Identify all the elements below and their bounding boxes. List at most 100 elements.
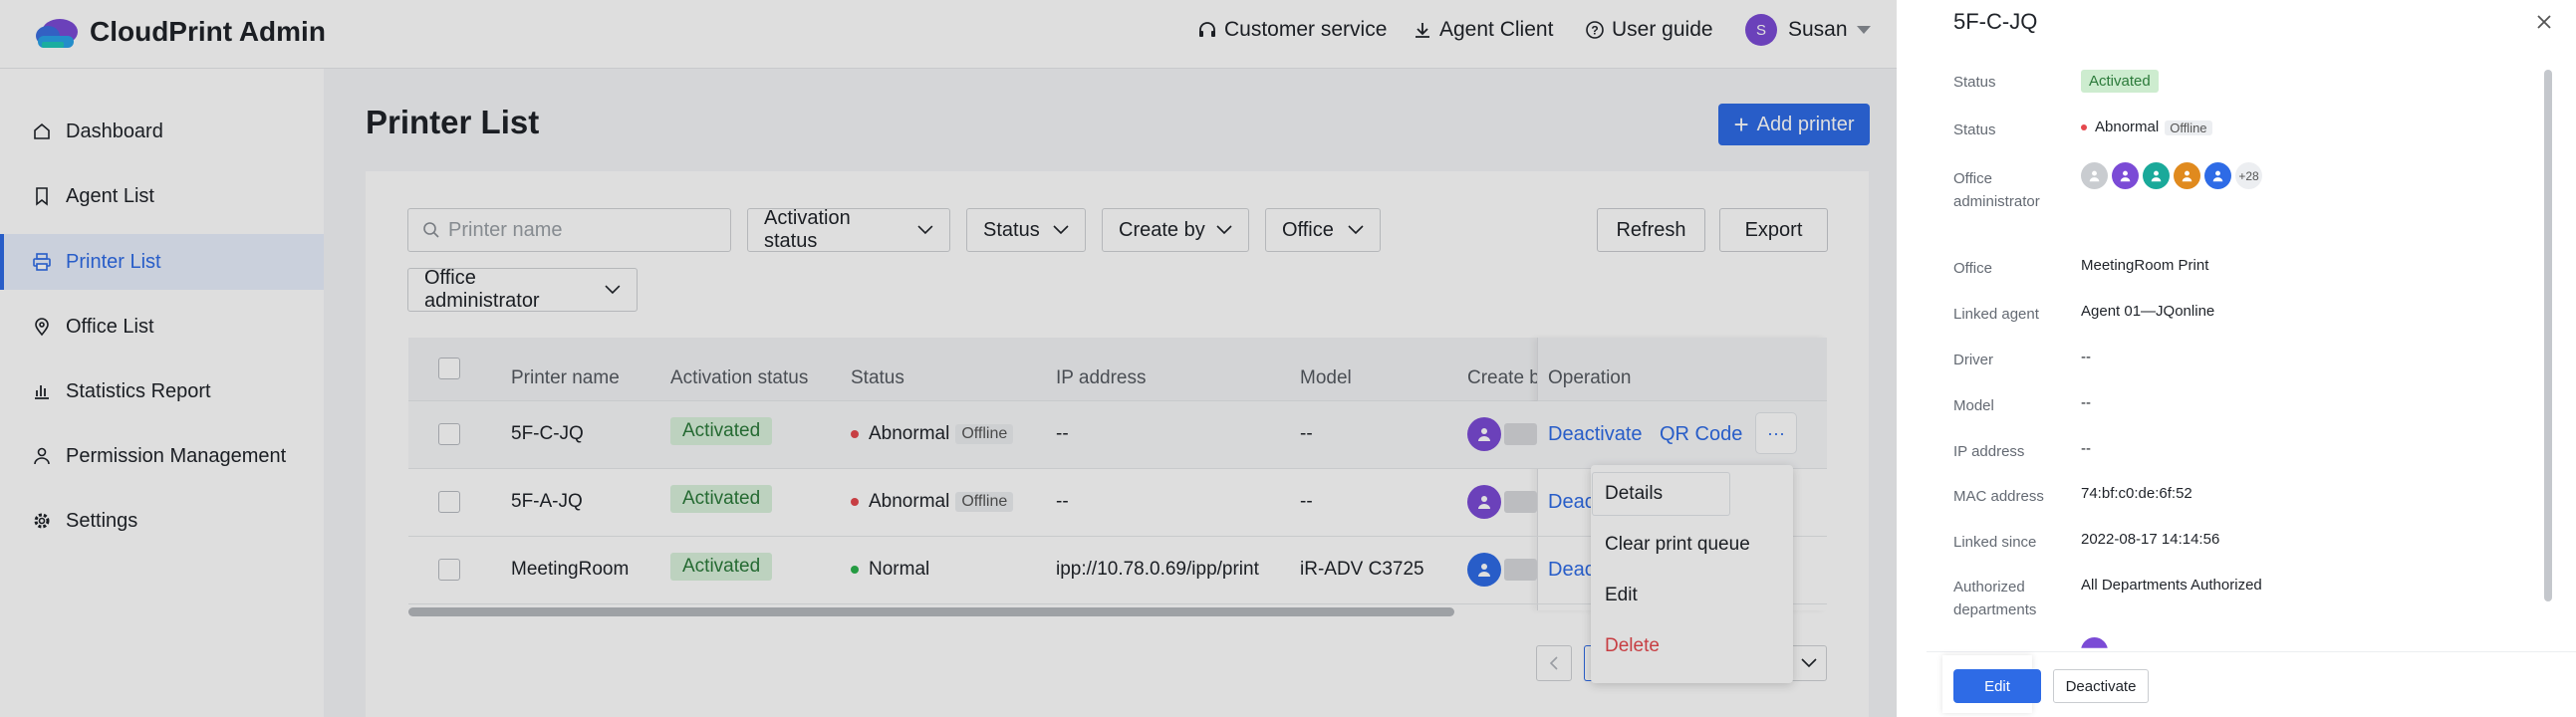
user-guide-label: User guide [1612, 18, 1713, 41]
create-by-filter[interactable]: Create by [1102, 208, 1249, 252]
user-icon [2212, 170, 2223, 182]
status-dot [851, 497, 859, 506]
sidebar-item-label: Statistics Report [66, 379, 211, 402]
headphones-icon [1199, 22, 1215, 37]
sidebar-item-printer-list[interactable]: Printer List [0, 234, 324, 290]
horizontal-scrollbar[interactable] [408, 607, 1454, 616]
activation-status-filter[interactable]: Activation status [747, 207, 950, 252]
customer-service-link[interactable]: Customer service [1197, 18, 1387, 42]
user-avatar: S [1745, 14, 1777, 46]
deactivate-link[interactable]: Deac [1548, 559, 1595, 582]
user-menu[interactable]: S Susan [1745, 14, 1873, 46]
row-checkbox[interactable] [438, 423, 460, 445]
activation-badge: Activated [670, 485, 773, 513]
user-icon [1478, 496, 1490, 509]
download-icon [1416, 23, 1429, 38]
sidebar-item-statistics-report[interactable]: Statistics Report [0, 363, 324, 419]
printer-name: MeetingRoom [511, 559, 630, 580]
office-admin-filter-label: Office administrator [424, 267, 540, 312]
creator-avatar [1467, 485, 1501, 519]
field-label: Linked since [1953, 534, 2037, 551]
status-cell: Abnormal Offline [851, 423, 1014, 445]
sidebar-item-permission-management[interactable]: Permission Management [0, 428, 324, 484]
select-all-checkbox[interactable] [438, 358, 460, 379]
agent-client-link[interactable]: Agent Client [1413, 18, 1553, 42]
sidebar-item-label: Dashboard [66, 120, 163, 142]
qr-code-link[interactable]: QR Code [1660, 423, 1742, 446]
chevron-down-icon [605, 285, 621, 295]
field-label: Status [1953, 74, 1996, 91]
add-printer-button[interactable]: + Add printer [1718, 104, 1870, 145]
row-checkbox[interactable] [438, 559, 460, 581]
user-icon [2151, 170, 2162, 182]
creator-name-placeholder [1504, 559, 1537, 581]
search-icon [423, 222, 439, 238]
chevron-down-icon [1216, 225, 1232, 235]
chevron-down-icon [917, 225, 933, 235]
admin-avatar [2204, 162, 2231, 189]
status-text: Abnormal [869, 423, 950, 444]
search-input[interactable]: Printer name [407, 208, 731, 252]
sidebar-item-office-list[interactable]: Office List [0, 299, 324, 355]
office-value: MeetingRoom Print [2081, 257, 2209, 274]
app-title: CloudPrint Admin [90, 16, 326, 47]
more-actions-button[interactable]: ··· [1756, 413, 1796, 453]
menu-item-delete[interactable]: Delete [1605, 635, 1660, 657]
user-guide-link[interactable]: ? User guide [1585, 18, 1713, 42]
menu-item-details[interactable]: Details [1605, 483, 1663, 505]
model-value: -- [2081, 394, 2091, 411]
close-icon[interactable] [2536, 14, 2552, 30]
prev-page-button[interactable] [1536, 645, 1572, 681]
panel-title: 5F-C-JQ [1953, 9, 2038, 34]
field-label: Linked agent [1953, 306, 2039, 323]
field-label: IP address [1953, 443, 2025, 460]
menu-item-edit[interactable]: Edit [1605, 585, 1638, 606]
status-cell: Abnormal Offline [851, 491, 1014, 513]
sidebar-item-dashboard[interactable]: Dashboard [0, 104, 324, 159]
sidebar: Dashboard Agent List Printer List Office… [0, 69, 324, 717]
user-icon [2089, 170, 2100, 182]
row-checkbox[interactable] [438, 491, 460, 513]
office-admin-filter[interactable]: Office administrator [407, 267, 638, 312]
sidebar-item-label: Settings [66, 509, 138, 532]
refresh-button[interactable]: Refresh [1597, 208, 1705, 252]
ip-cell: -- [1056, 423, 1069, 444]
bar-chart-icon [35, 385, 49, 399]
user-icon [1478, 428, 1490, 441]
status-value: Abnormal Offline [2081, 119, 2212, 135]
creator-name-placeholder [1504, 491, 1537, 513]
status-dot [851, 565, 859, 574]
col-model: Model [1300, 367, 1352, 388]
search-placeholder: Printer name [448, 218, 563, 241]
panel-scrollbar[interactable] [2544, 70, 2552, 601]
menu-item-clear-queue[interactable]: Clear print queue [1605, 534, 1750, 556]
offline-tag: Offline [955, 423, 1014, 444]
sidebar-item-agent-list[interactable]: Agent List [0, 168, 324, 224]
panel-gap [1897, 0, 1927, 717]
status-dot [851, 429, 859, 438]
add-printer-label: Add printer [1756, 113, 1855, 135]
ip-cell: -- [1056, 491, 1069, 512]
admin-count-badge[interactable]: +28 [2235, 162, 2262, 189]
activation-status-filter-label: Activation status [764, 207, 851, 252]
edit-button[interactable]: Edit [1953, 669, 2041, 703]
deactivate-link[interactable]: Deactivate [1548, 423, 1643, 446]
user-icon [2182, 170, 2192, 182]
status-filter[interactable]: Status [966, 208, 1086, 252]
export-button[interactable]: Export [1719, 208, 1828, 252]
page-size-select[interactable] [1791, 645, 1827, 681]
chevron-left-icon [1549, 656, 1558, 670]
deactivate-button[interactable]: Deactivate [2053, 669, 2149, 703]
user-name: Susan [1788, 18, 1848, 41]
field-label: Office administrator [1953, 170, 2040, 211]
creator-name-placeholder [1504, 423, 1537, 445]
printer-name: 5F-C-JQ [511, 423, 584, 444]
printer-icon [33, 253, 51, 271]
sidebar-item-settings[interactable]: Settings [0, 493, 324, 549]
printer-name: 5F-A-JQ [511, 491, 583, 512]
chevron-down-icon [1053, 225, 1069, 235]
agent-value: Agent 01—JQonline [2081, 303, 2215, 320]
field-label: Model [1953, 397, 1994, 414]
office-filter[interactable]: Office [1265, 208, 1381, 252]
deactivate-link[interactable]: Deac [1548, 491, 1595, 514]
